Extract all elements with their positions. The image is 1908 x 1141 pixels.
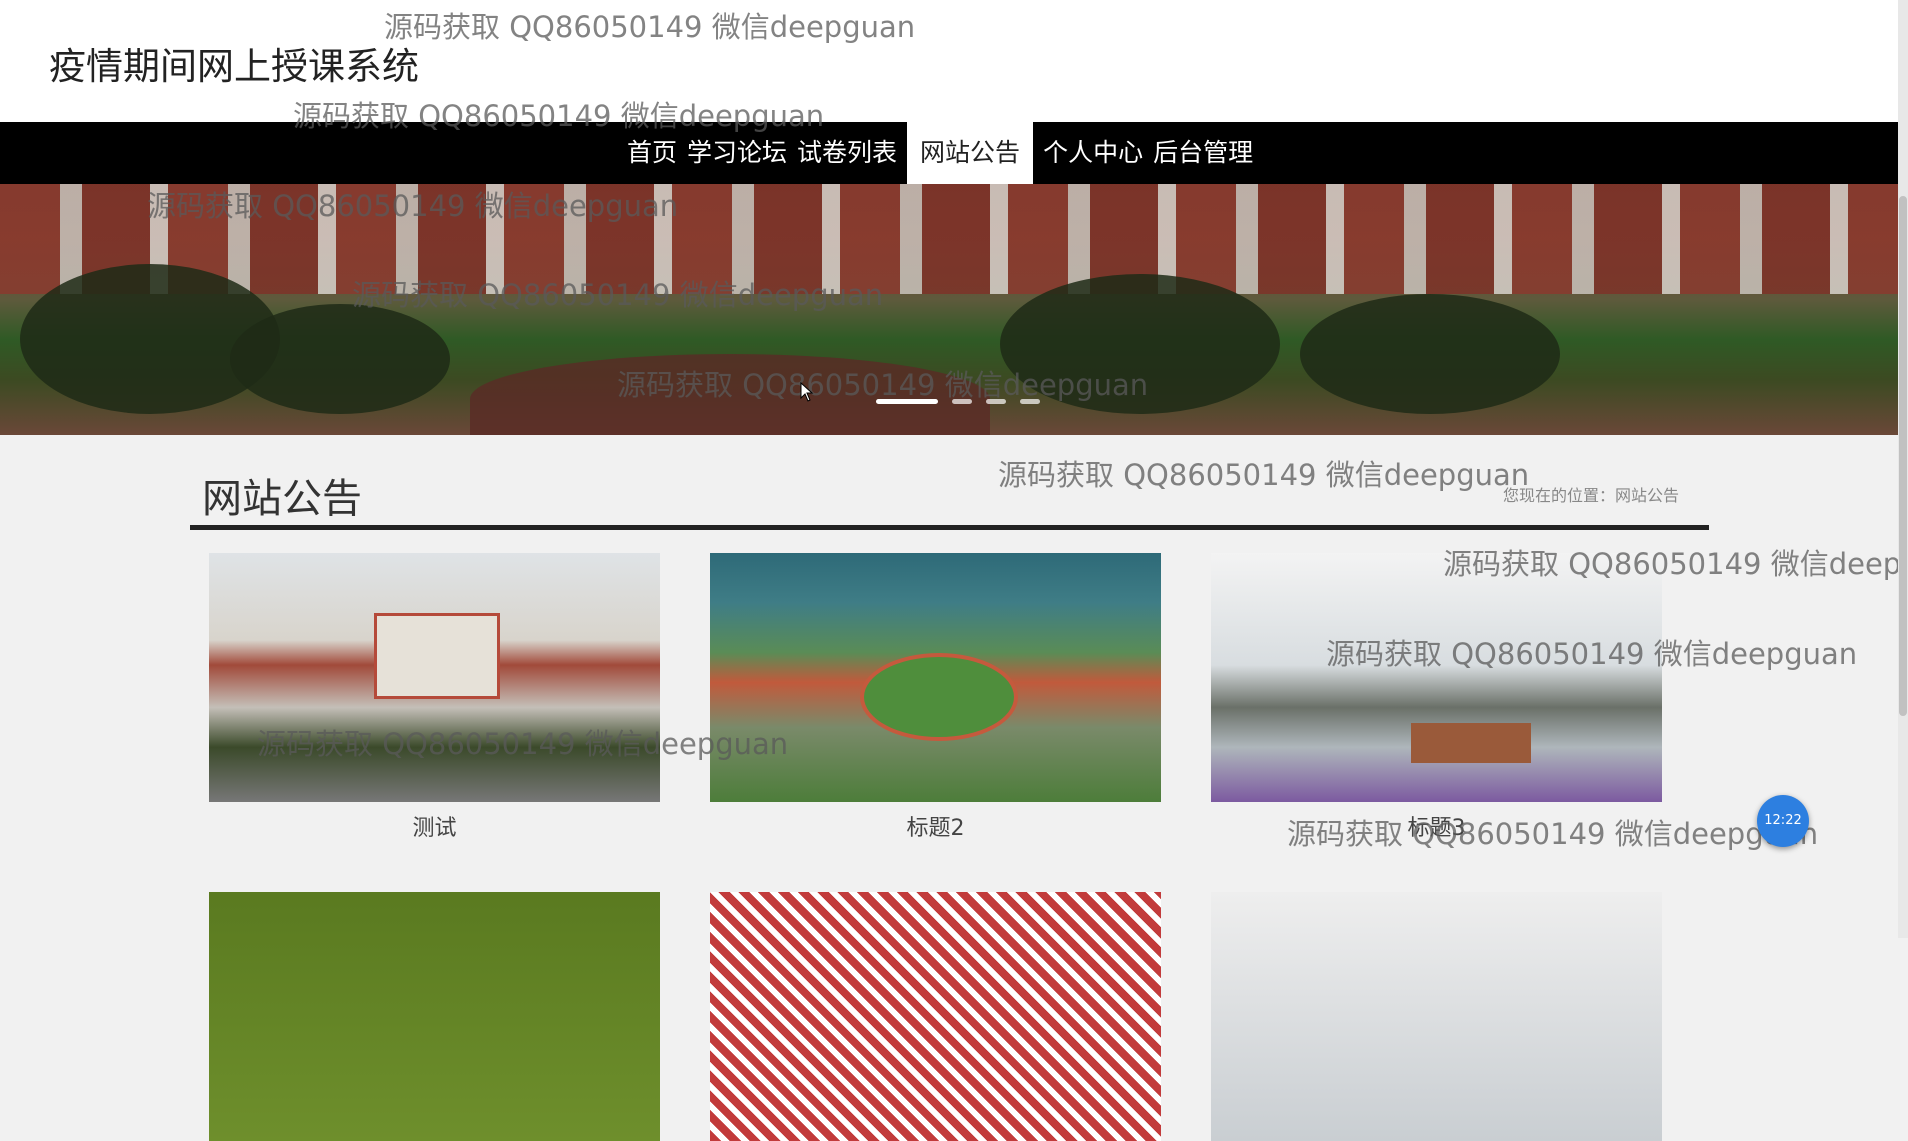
nav-item-forum[interactable]: 学习论坛 — [682, 122, 792, 184]
main-nav: 首页 学习论坛 试卷列表 网站公告 个人中心 后台管理 — [0, 122, 1898, 184]
announcement-card[interactable] — [1211, 892, 1662, 1141]
announcement-image[interactable] — [1211, 892, 1662, 1141]
carousel-dot-1[interactable] — [876, 399, 938, 404]
banner-tree — [1000, 274, 1280, 414]
announcement-card[interactable]: 标题3 — [1211, 553, 1662, 842]
announcement-card[interactable]: 测试 — [209, 553, 660, 842]
nav-item-admin[interactable]: 后台管理 — [1148, 122, 1258, 184]
carousel-dot-4[interactable] — [1020, 399, 1040, 404]
carousel-dot-3[interactable] — [986, 399, 1006, 404]
announcement-card[interactable]: 标题2 — [710, 553, 1161, 842]
carousel-dot-2[interactable] — [952, 399, 972, 404]
building-shape — [374, 613, 500, 699]
announcement-card[interactable] — [209, 892, 660, 1141]
announcement-title[interactable]: 标题3 — [1211, 810, 1662, 842]
watermark-text: 源码获取 QQ86050149 微信deepguan — [998, 458, 1530, 492]
sports-field-shape — [860, 653, 1018, 741]
banner-tree — [230, 304, 450, 414]
breadcrumb: 您现在的位置：网站公告 — [1503, 486, 1680, 505]
clock-badge[interactable]: 12:22 — [1757, 795, 1809, 847]
announcement-image[interactable] — [209, 892, 660, 1141]
nav-item-announcements[interactable]: 网站公告 — [907, 122, 1034, 184]
announcement-image[interactable] — [1211, 553, 1662, 802]
announcement-title[interactable]: 测试 — [209, 810, 660, 842]
section-title: 网站公告 — [202, 476, 362, 522]
banner-path-image — [470, 354, 990, 435]
page-scrollbar[interactable] — [1898, 0, 1908, 938]
section-divider — [190, 525, 1709, 530]
scrollbar-thumb[interactable] — [1899, 196, 1907, 716]
announcement-image[interactable] — [710, 553, 1161, 802]
announcement-image[interactable] — [209, 553, 660, 802]
announcement-image[interactable] — [710, 892, 1161, 1141]
bench-shape — [1411, 723, 1531, 763]
nav-item-personal-center[interactable]: 个人中心 — [1038, 122, 1148, 184]
announcement-title[interactable]: 标题2 — [710, 810, 1161, 842]
header-bar: 疫情期间网上授课系统 — [0, 0, 1898, 122]
banner-carousel[interactable] — [0, 184, 1898, 435]
nav-item-home[interactable]: 首页 — [622, 122, 682, 184]
banner-building-image — [0, 184, 1898, 294]
announcement-card[interactable] — [710, 892, 1161, 1141]
site-title: 疫情期间网上授课系统 — [49, 45, 419, 88]
banner-tree — [1300, 294, 1560, 414]
carousel-indicators — [876, 399, 1040, 404]
nav-item-exam-list[interactable]: 试卷列表 — [792, 122, 902, 184]
